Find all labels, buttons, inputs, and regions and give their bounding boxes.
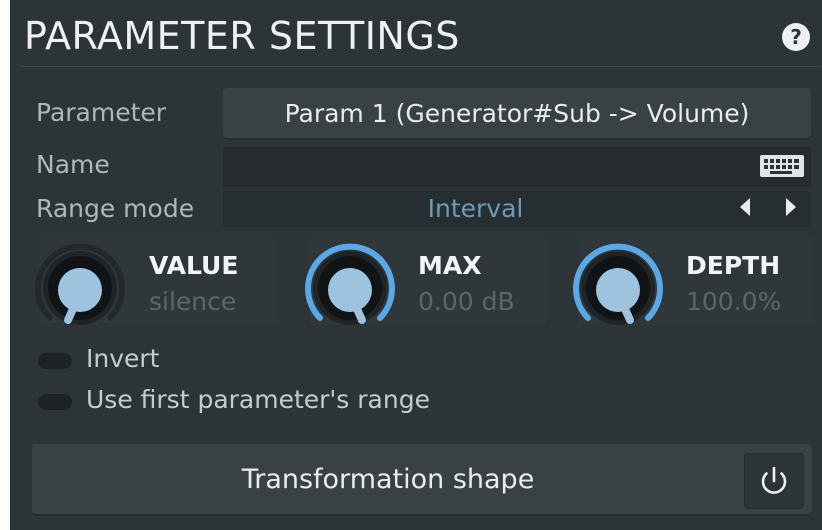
max-knob-display: 0.00 dB bbox=[418, 287, 515, 316]
title-divider bbox=[20, 66, 820, 67]
use-first-range-label[interactable]: Use first parameter's range bbox=[86, 385, 430, 414]
use-first-range-toggle[interactable] bbox=[38, 394, 72, 410]
invert-toggle[interactable] bbox=[38, 353, 72, 369]
depth-knob-display: 100.0% bbox=[686, 287, 782, 316]
parameter-selector-button[interactable]: Param 1 (Generator#Sub -> Volume) bbox=[223, 88, 811, 140]
depth-knob-label: DEPTH bbox=[686, 251, 781, 280]
power-icon bbox=[761, 466, 787, 494]
transformation-shape-label[interactable]: Transformation shape bbox=[32, 444, 744, 516]
help-icon[interactable]: ? bbox=[782, 23, 810, 51]
invert-label[interactable]: Invert bbox=[86, 344, 159, 373]
value-knob[interactable] bbox=[30, 240, 130, 332]
max-knob-label: MAX bbox=[418, 251, 482, 280]
parameter-label: Parameter bbox=[36, 98, 167, 127]
range-mode-value[interactable]: Interval bbox=[223, 191, 728, 227]
max-knob[interactable] bbox=[300, 240, 400, 332]
arrow-left-icon[interactable] bbox=[740, 198, 750, 216]
value-knob-label: VALUE bbox=[149, 251, 239, 280]
range-mode-label: Range mode bbox=[36, 194, 195, 223]
depth-knob[interactable] bbox=[568, 240, 668, 332]
power-button[interactable] bbox=[744, 453, 804, 509]
arrow-right-icon[interactable] bbox=[786, 198, 796, 216]
panel-title: PARAMETER SETTINGS bbox=[24, 14, 460, 58]
name-field[interactable] bbox=[223, 147, 811, 187]
keyboard-icon[interactable] bbox=[760, 155, 804, 177]
name-label: Name bbox=[36, 150, 110, 179]
value-knob-display: silence bbox=[149, 287, 237, 316]
